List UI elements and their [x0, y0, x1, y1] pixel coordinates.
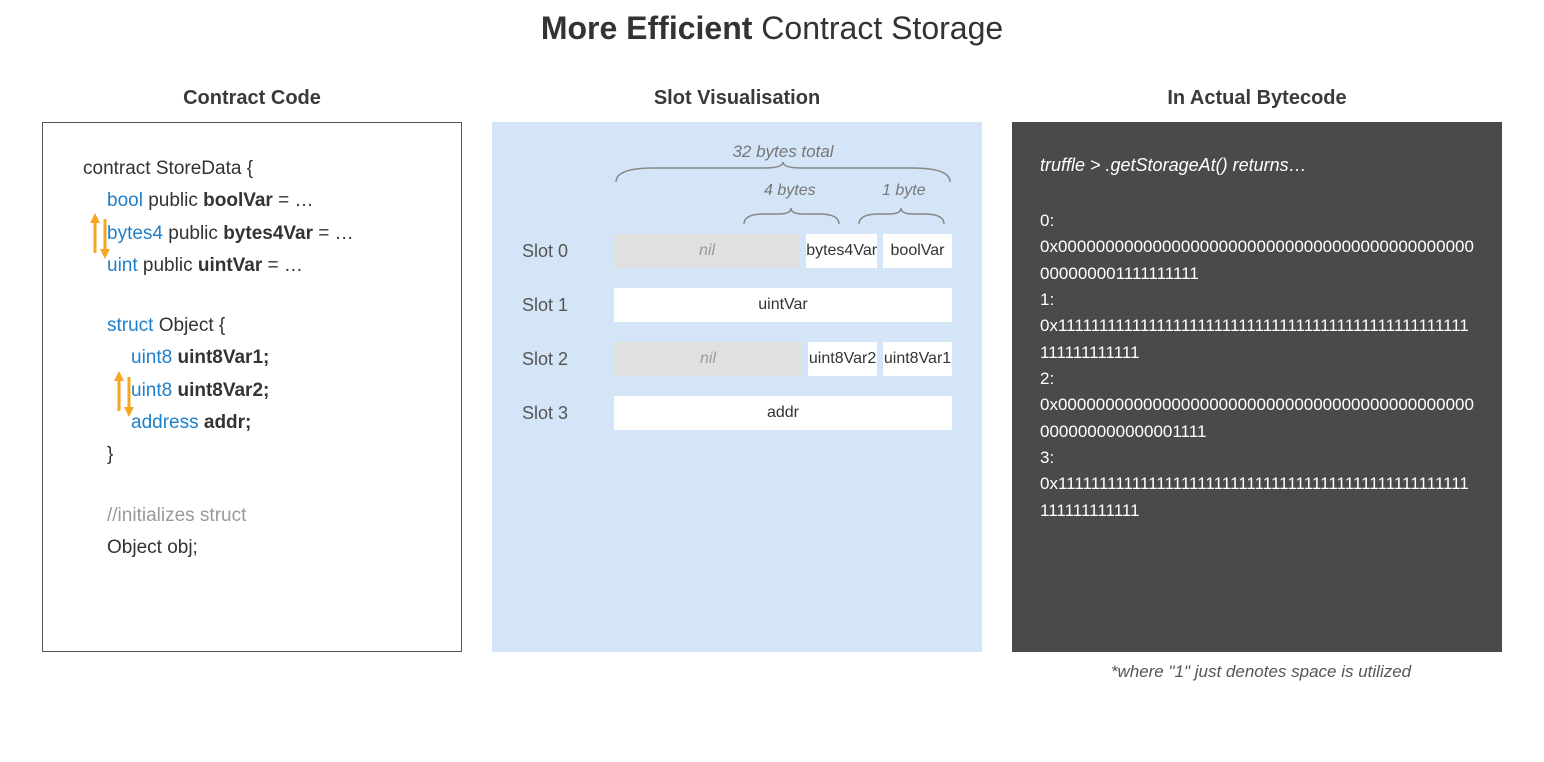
col-title-slots: Slot Visualisation [654, 87, 820, 110]
code-line: struct Object { [83, 310, 441, 342]
code-box: contract StoreData { bool public boolVar… [42, 122, 462, 652]
slot-cell-nil: nil [614, 234, 800, 268]
slot-panel: 32 bytes total 4 bytes 1 byte Slot 0 nil… [492, 122, 982, 652]
bytecode-cmd: truffle > .getStorageAt() returns… [1040, 152, 1474, 180]
slot-cell: addr [614, 396, 952, 430]
slot-cell: bytes4Var [806, 234, 877, 268]
brace-icon [614, 162, 952, 184]
code-line: contract StoreData { [83, 153, 441, 185]
slot-row-2: Slot 2 nil uint8Var2 uint8Var1 [522, 342, 952, 376]
brace-label-4bytes: 4 bytes [764, 182, 816, 200]
code-line: uint public uintVar = … [83, 250, 441, 282]
slot-cell-nil: nil [614, 342, 802, 376]
swap-arrows-icon [85, 213, 115, 259]
slot-row-3: Slot 3 addr [522, 396, 952, 430]
code-line: Object obj; [83, 532, 441, 564]
bytecode-value: 0x00000000000000000000000000000000000000… [1040, 234, 1474, 287]
slot-row-1: Slot 1 uintVar [522, 288, 952, 322]
col-contract-code: Contract Code contract StoreData { bool … [42, 87, 462, 682]
bytecode-value: 0x00000000000000000000000000000000000000… [1040, 392, 1474, 445]
page-title: More Efficient Contract Storage [40, 10, 1504, 47]
code-line: bool public boolVar = … [83, 185, 441, 217]
col-title-bytecode: In Actual Bytecode [1167, 87, 1346, 110]
bytecode-footnote: *where "1" just denotes space is utilize… [1103, 662, 1411, 682]
slot-table: Slot 0 nil bytes4Var boolVar Slot 1 uint… [522, 234, 952, 430]
code-comment: //initializes struct [83, 500, 441, 532]
code-line: uint8 uint8Var1; [83, 342, 441, 374]
bytecode-panel: truffle > .getStorageAt() returns… 0: 0x… [1012, 122, 1502, 652]
slot-cell: uintVar [614, 288, 952, 322]
bytecode-line: 0: [1040, 208, 1474, 234]
slot-label: Slot 2 [522, 349, 602, 370]
brace-label-1byte: 1 byte [882, 182, 926, 200]
brace-label-total: 32 bytes total [614, 142, 952, 162]
slot-label: Slot 3 [522, 403, 602, 424]
slot-label: Slot 0 [522, 241, 602, 262]
slot-cell: boolVar [883, 234, 952, 268]
col-title-code: Contract Code [183, 87, 321, 110]
slot-cell: uint8Var1 [883, 342, 952, 376]
bytecode-line: 2: [1040, 366, 1474, 392]
bytecode-value: 0x11111111111111111111111111111111111111… [1040, 471, 1474, 524]
bytecode-line: 3: [1040, 445, 1474, 471]
col-bytecode: In Actual Bytecode truffle > .getStorage… [1012, 87, 1502, 682]
slot-row-0: Slot 0 nil bytes4Var boolVar [522, 234, 952, 268]
bytecode-value: 0x11111111111111111111111111111111111111… [1040, 313, 1474, 366]
swap-arrows-icon [109, 371, 139, 417]
col-slot-visualisation: Slot Visualisation 32 bytes total 4 byte… [492, 87, 982, 682]
mini-brace-row: 4 bytes 1 byte [614, 184, 952, 212]
code-line: bytes4 public bytes4Var = … [83, 218, 441, 250]
bytecode-line: 1: [1040, 287, 1474, 313]
code-line: } [83, 439, 441, 471]
slot-label: Slot 1 [522, 295, 602, 316]
slot-cell: uint8Var2 [808, 342, 877, 376]
columns-container: Contract Code contract StoreData { bool … [40, 87, 1504, 682]
